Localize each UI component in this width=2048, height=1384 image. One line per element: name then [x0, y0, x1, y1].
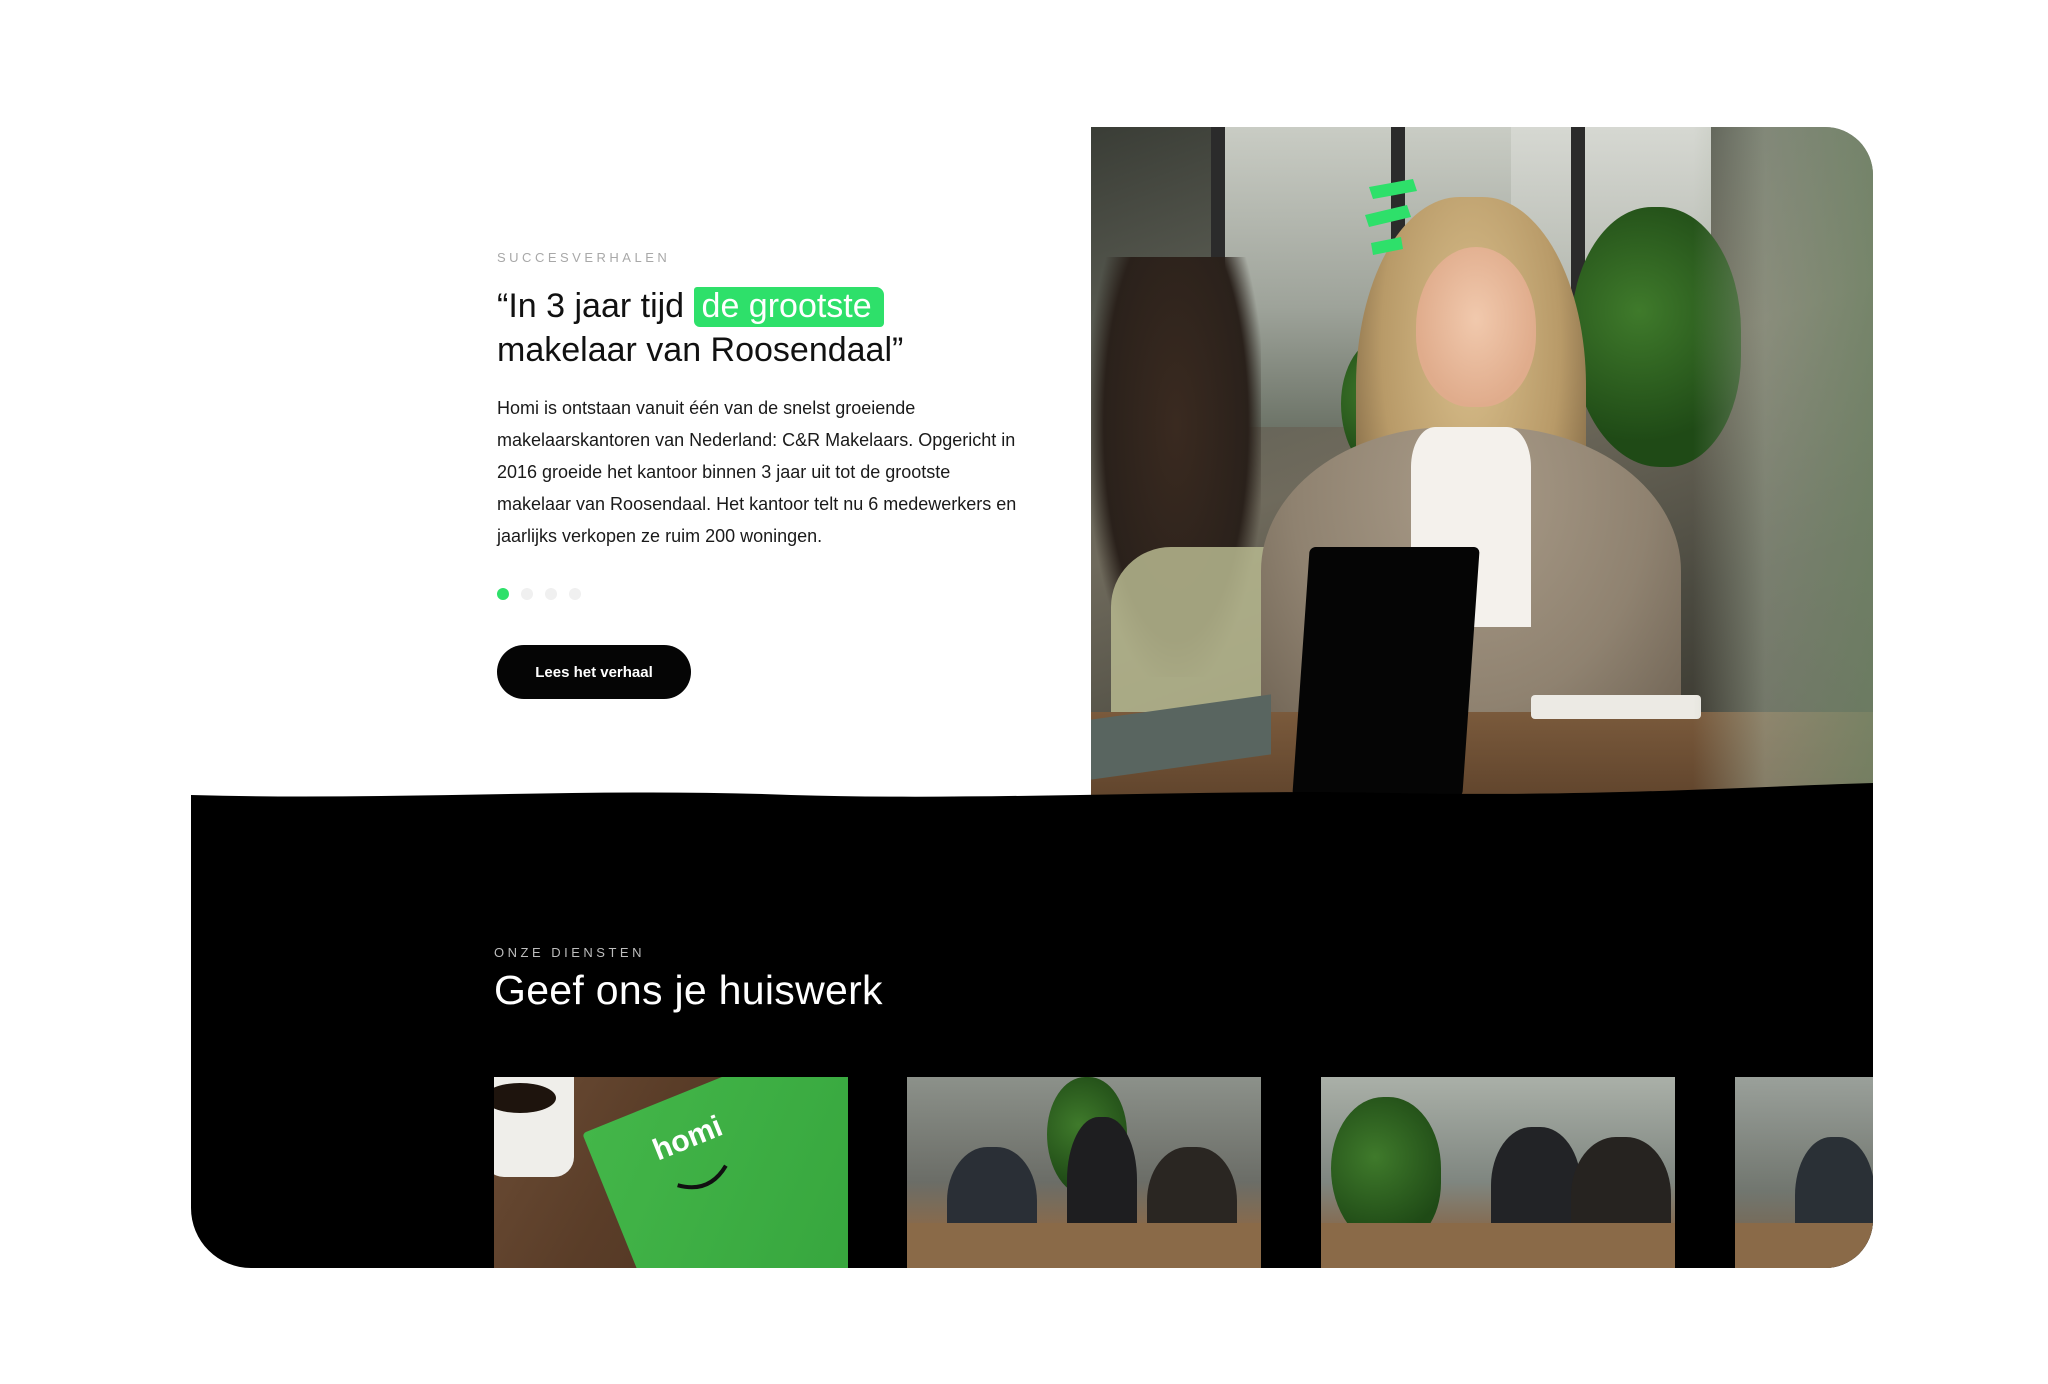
story-quote: “In 3 jaar tijd de grootste makelaar van… [497, 284, 1057, 372]
carousel-dot[interactable] [521, 588, 533, 600]
story-photo [1091, 127, 1873, 817]
laptop [1292, 547, 1480, 797]
carousel-dot[interactable] [569, 588, 581, 600]
person-face [1416, 247, 1536, 407]
services-title: Geef ons je huiswerk [494, 967, 883, 1013]
carousel-dot[interactable] [497, 588, 509, 600]
success-story-section: SUCCESVERHALEN “In 3 jaar tijd de groots… [191, 127, 1091, 807]
content-card: SUCCESVERHALEN “In 3 jaar tijd de groots… [191, 127, 1873, 1268]
carousel-dot[interactable] [545, 588, 557, 600]
section-eyebrow: SUCCESVERHALEN [497, 250, 671, 265]
service-card-image[interactable]: homi [494, 1077, 848, 1268]
keyboard [1531, 695, 1701, 719]
service-card-image[interactable] [1321, 1077, 1675, 1268]
carousel-dots [497, 588, 581, 600]
quote-text-start: “In 3 jaar tijd [497, 287, 685, 325]
coffee-cup [494, 1077, 574, 1177]
story-body: Homi is ontstaan vanuit één van de snels… [497, 398, 1017, 546]
sparkle-icon [1365, 179, 1417, 255]
service-card-image[interactable] [1735, 1077, 1873, 1268]
read-story-button[interactable]: Lees het verhaal [497, 645, 691, 699]
services-eyebrow: ONZE DIENSTEN [494, 945, 645, 960]
service-card-image[interactable] [907, 1077, 1261, 1268]
quote-highlight: de grootste [693, 287, 884, 327]
quote-text-end: makelaar van Roosendaal” [497, 331, 904, 369]
